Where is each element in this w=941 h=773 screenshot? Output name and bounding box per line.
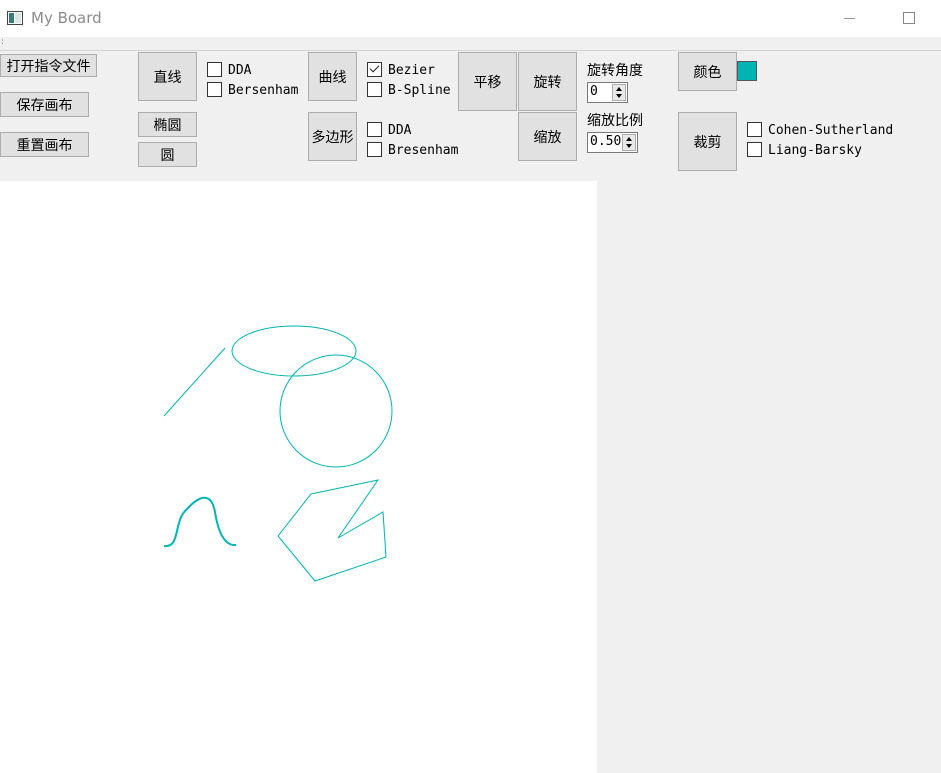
drawn-polygon — [277, 479, 387, 582]
polygon-button[interactable]: 多边形 — [308, 112, 357, 161]
ellipse-button[interactable]: 椭圆 — [138, 112, 197, 137]
line-dda-label: DDA — [228, 63, 252, 78]
scale-button[interactable]: 缩放 — [518, 112, 577, 161]
line-bresenham-checkbox[interactable] — [207, 82, 222, 97]
maximize-icon[interactable] — [886, 4, 932, 32]
scale-spin-arrows[interactable] — [622, 134, 636, 151]
line-bresenham-label: Bersenham — [228, 83, 299, 98]
toolbar-handle[interactable]: : — [1, 38, 4, 47]
save-canvas-button[interactable]: 保存画布 — [0, 92, 89, 117]
polygon-bresenham-checkbox[interactable] — [367, 142, 382, 157]
rotate-button[interactable]: 旋转 — [518, 52, 577, 111]
spin-down-icon[interactable] — [626, 144, 632, 148]
polygon-dda-checkbox[interactable] — [367, 122, 382, 137]
minimize-icon[interactable] — [828, 4, 874, 32]
curve-bezier-label: Bezier — [388, 63, 435, 78]
curve-button[interactable]: 曲线 — [308, 52, 357, 101]
rotate-angle-spinbox[interactable]: 0 — [587, 82, 628, 103]
curve-bspline-label: B-Spline — [388, 83, 451, 98]
scale-ratio-spinbox[interactable]: 0.50 — [587, 132, 638, 153]
polygon-bresenham-label: Bresenham — [388, 143, 459, 158]
spin-down-icon[interactable] — [616, 94, 622, 98]
toolbar-divider — [0, 50, 941, 51]
spin-up-icon[interactable] — [626, 137, 632, 141]
color-swatch[interactable] — [737, 61, 757, 81]
canvas-drawing — [163, 325, 393, 582]
curve-bspline-checkbox[interactable] — [367, 82, 382, 97]
app-icon — [7, 11, 23, 25]
scale-ratio-label: 缩放比例 — [587, 113, 643, 129]
open-file-button[interactable]: 打开指令文件 — [0, 54, 97, 77]
translate-button[interactable]: 平移 — [458, 52, 517, 111]
window-title: My Board — [31, 9, 102, 27]
clip-liang-barsky-checkbox[interactable] — [747, 142, 762, 157]
clip-cohen-sutherland-label: Cohen-Sutherland — [768, 123, 894, 138]
polygon-dda-label: DDA — [388, 123, 412, 138]
drawn-circle — [279, 354, 393, 468]
drawn-ellipse — [231, 325, 357, 377]
rotate-angle-label: 旋转角度 — [587, 63, 643, 79]
rotate-angle-value: 0 — [590, 84, 598, 99]
drawing-canvas[interactable] — [0, 181, 597, 773]
spin-up-icon[interactable] — [616, 87, 622, 91]
rotate-spin-arrows[interactable] — [612, 84, 626, 101]
app-window: My Board : 打开指令文件 保存画布 重置画布 直线 椭圆 圆 DDA … — [0, 0, 941, 773]
reset-canvas-button[interactable]: 重置画布 — [0, 132, 89, 157]
color-button[interactable]: 颜色 — [678, 52, 737, 91]
drawn-line — [163, 347, 226, 417]
clip-button[interactable]: 裁剪 — [678, 112, 737, 171]
title-bar[interactable]: My Board — [0, 0, 941, 37]
circle-button[interactable]: 圆 — [138, 142, 197, 167]
scale-ratio-value: 0.50 — [590, 134, 622, 149]
drawn-bezier-curve — [163, 496, 237, 548]
clip-cohen-sutherland-checkbox[interactable] — [747, 122, 762, 137]
clip-liang-barsky-label: Liang-Barsky — [768, 143, 862, 158]
curve-bezier-checkbox[interactable] — [367, 62, 382, 77]
line-button[interactable]: 直线 — [138, 52, 197, 101]
line-dda-checkbox[interactable] — [207, 62, 222, 77]
